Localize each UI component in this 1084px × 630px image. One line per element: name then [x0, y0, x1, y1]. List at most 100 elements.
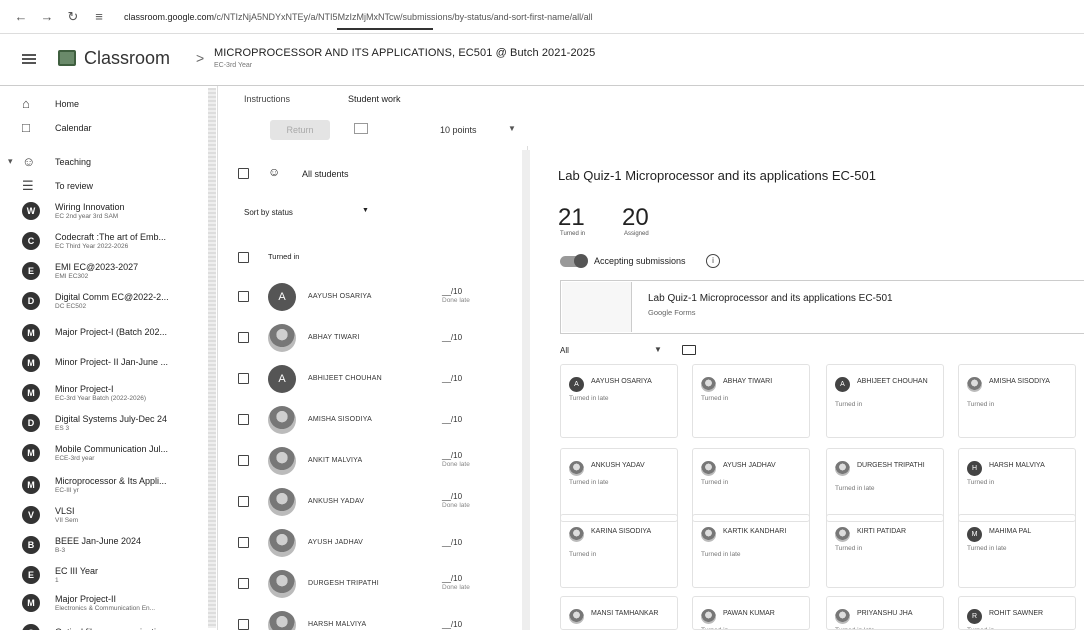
student-checkbox[interactable]	[238, 373, 249, 384]
submission-card[interactable]: AMISHA SISODIYA Turned in	[958, 364, 1076, 438]
student-checkbox[interactable]	[238, 619, 249, 630]
sidebar-item[interactable]: M Major Project-II Electronics & Communica…	[0, 594, 210, 622]
class-title[interactable]: MICROPROCESSOR AND ITS APPLICATIONS, EC5…	[214, 47, 595, 59]
avatar: A	[268, 365, 296, 393]
student-checkbox[interactable]	[238, 414, 249, 425]
return-button[interactable]: Return	[270, 120, 330, 140]
sidebar-item[interactable]: W Wiring Innovation EC 2nd year 3rd SAM	[0, 202, 210, 230]
status-filter[interactable]: All	[560, 346, 569, 355]
submission-card[interactable]: ANKUSH YADAV Turned in late	[560, 448, 678, 522]
student-row[interactable]: HARSH MALVIYA __/10	[218, 608, 518, 630]
points-select[interactable]: 10 points	[440, 125, 477, 135]
sidebar-item[interactable]: M Microprocessor & Its Appli... EC-III yr	[0, 476, 210, 504]
student-row[interactable]: AYUSH JADHAV __/10	[218, 526, 518, 560]
class-icon: M	[22, 354, 40, 372]
info-icon[interactable]: i	[706, 254, 720, 268]
submission-card[interactable]: AYUSH JADHAV Turned in	[692, 448, 810, 522]
sidebar-item[interactable]: M Minor Project- II Jan-June ...	[0, 354, 210, 382]
sidebar-item[interactable]: V VLSI VII Sem	[0, 506, 210, 534]
submission-card[interactable]: H HARSH MALVIYA Turned in	[958, 448, 1076, 522]
app-name[interactable]: Classroom	[84, 48, 170, 69]
submission-card[interactable]: ABHAY TIWARI Turned in	[692, 364, 810, 438]
chevron-down-icon[interactable]: ▼	[508, 124, 516, 133]
expand-caret-icon[interactable]: ▾	[8, 156, 13, 167]
select-all-checkbox[interactable]	[238, 168, 249, 179]
submission-card[interactable]: A AAYUSH OSARIYA Turned in late	[560, 364, 678, 438]
tab-instructions[interactable]: Instructions	[244, 94, 290, 104]
submission-card[interactable]: MANSI TAMHANKAR	[560, 596, 678, 630]
student-row[interactable]: AMISHA SISODIYA __/10	[218, 403, 518, 437]
chevron-down-icon[interactable]: ▼	[654, 345, 662, 354]
sidebar-item[interactable]: M Major Project-I (Batch 202...	[0, 324, 210, 352]
form-title[interactable]: Lab Quiz-1 Microprocessor and its applic…	[648, 293, 893, 304]
submission-card[interactable]: PAWAN KUMARTurned in	[692, 596, 810, 630]
grade-input[interactable]: __/10	[442, 492, 462, 501]
grade-input[interactable]: __/10	[442, 574, 462, 583]
back-icon[interactable]: ←	[12, 9, 30, 24]
sidebar-item[interactable]: E EMI EC@2023-2027 EMI EC302	[0, 262, 210, 290]
student-checkbox[interactable]	[238, 332, 249, 343]
sidebar-item-label: Minor Project-I	[55, 384, 114, 394]
grade-input[interactable]: __/10	[442, 620, 462, 629]
submission-card[interactable]: KARINA SISODIYA Turned in	[560, 514, 678, 588]
reload-icon[interactable]: ↻	[64, 9, 82, 25]
submission-card[interactable]: PRIYANSHU JHATurned in late	[826, 596, 944, 630]
submission-card[interactable]: DURGESH TRIPATHI Turned in late	[826, 448, 944, 522]
class-icon: W	[22, 202, 40, 220]
sidebar-item[interactable]: OOptical fiber communicati...	[0, 624, 210, 630]
grade-input[interactable]: __/10	[442, 333, 462, 342]
student-checkbox[interactable]	[238, 291, 249, 302]
url-path: /c/NTIzNjA5NDYxNTEy/a/NTI5MzIzMjMxNTcw/s…	[214, 11, 593, 22]
folder-icon[interactable]	[682, 345, 696, 355]
grade-input[interactable]: __/10	[442, 538, 462, 547]
sidebar-item-label: Microprocessor & Its Appli...	[55, 476, 167, 486]
submission-card[interactable]: RROHIT SAWNERTurned in	[958, 596, 1076, 630]
submission-status: Turned in late	[967, 545, 1007, 552]
sidebar-item[interactable]: D Digital Comm EC@2022-2... DC EC502	[0, 292, 210, 320]
student-row[interactable]: ABHAY TIWARI __/10	[218, 321, 518, 355]
sidebar-scrollbar[interactable]	[208, 88, 216, 628]
grade-input[interactable]: __/10	[442, 287, 462, 296]
student-list-scrollbar[interactable]	[522, 150, 530, 630]
grade-input[interactable]: __/10	[442, 374, 462, 383]
student-checkbox[interactable]	[238, 537, 249, 548]
sidebar-item[interactable]: E EC III Year 1	[0, 566, 210, 594]
student-name: AYUSH JADHAV	[723, 462, 776, 469]
student-row[interactable]: ANKIT MALVIYA __/10 Done late	[218, 444, 518, 478]
student-row[interactable]: A AAYUSH OSARIYA __/10 Done late	[218, 280, 518, 314]
submission-status: Turned in late	[701, 551, 741, 558]
submission-card[interactable]: M MAHIMA PAL Turned in late	[958, 514, 1076, 588]
student-row[interactable]: DURGESH TRIPATHI __/10 Done late	[218, 567, 518, 601]
submission-card[interactable]: KARTIK KANDHARI Turned in late	[692, 514, 810, 588]
student-row[interactable]: A ABHIJEET CHOUHAN __/10	[218, 362, 518, 396]
tab-student-work[interactable]: Student work	[348, 94, 401, 104]
grade-input[interactable]: __/10	[442, 451, 462, 460]
submission-card[interactable]: KIRTI PATIDAR Turned in	[826, 514, 944, 588]
main-menu-icon[interactable]	[22, 54, 36, 64]
submission-status: Turned in late	[569, 479, 609, 486]
avatar	[569, 527, 584, 542]
sidebar-item[interactable]: M Minor Project-I EC-3rd Year Batch (2022-…	[0, 384, 210, 412]
sidebar-item-subtitle: ES 3	[55, 425, 70, 432]
email-icon[interactable]	[354, 123, 368, 134]
chevron-down-icon[interactable]: ▼	[362, 207, 369, 214]
sidebar-item[interactable]: D Digital Systems July-Dec 24 ES 3	[0, 414, 210, 442]
grade-input[interactable]: __/10	[442, 415, 462, 424]
form-attachment[interactable]	[560, 280, 1084, 334]
sidebar-item[interactable]: M Mobile Communication Jul... ECE-3rd year	[0, 444, 210, 472]
forward-icon[interactable]: →	[38, 9, 56, 24]
address-bar[interactable]: classroom.google.com/c/NTIzNjA5NDYxNTEy/…	[124, 12, 844, 22]
student-checkbox[interactable]	[238, 496, 249, 507]
sidebar-item[interactable]: C Codecraft :The art of Emb... EC Third Ye…	[0, 232, 210, 260]
student-checkbox[interactable]	[238, 455, 249, 466]
student-row[interactable]: ANKUSH YADAV __/10 Done late	[218, 485, 518, 519]
turned-in-group-checkbox[interactable]	[238, 252, 249, 263]
avatar	[268, 570, 296, 598]
sidebar-item-label: Digital Systems July-Dec 24	[55, 414, 168, 424]
submission-card[interactable]: A ABHIJEET CHOUHAN Turned in	[826, 364, 944, 438]
site-info-icon[interactable]: ≡	[90, 9, 108, 24]
sort-select[interactable]: Sort by status	[244, 208, 293, 217]
sidebar-item[interactable]: □ Calendar	[0, 120, 210, 148]
student-checkbox[interactable]	[238, 578, 249, 589]
sidebar-item[interactable]: B BEEE Jan-June 2024 B-3	[0, 536, 210, 564]
